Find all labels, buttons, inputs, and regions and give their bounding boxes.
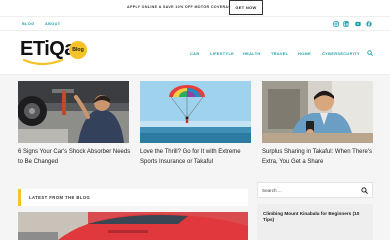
youtube-icon[interactable]	[355, 21, 361, 27]
red-car-photo	[18, 212, 248, 240]
about-link[interactable]: ABOUT	[45, 22, 61, 26]
featured-image-shock-absorber[interactable]	[18, 81, 129, 143]
blog-link[interactable]: BLOG	[22, 22, 35, 26]
get-now-button[interactable]: GET NOW	[229, 0, 263, 15]
sidebar-post-card[interactable]: Climbing Mount Kinabalu for Beginners (1…	[257, 204, 373, 240]
featured-image-extreme-sports[interactable]	[140, 81, 251, 143]
facebook-icon[interactable]	[366, 21, 372, 27]
nav-cybersecurity[interactable]: CYBERSECURITY	[322, 51, 360, 56]
search-icon[interactable]	[367, 50, 373, 56]
promo-text: APPLY ONLINE & SAVE 10% OFF MOTOR COVERA…	[127, 5, 235, 9]
mechanic-photo	[18, 81, 129, 143]
latest-blog-image[interactable]	[18, 212, 248, 240]
section-accent-bar	[18, 189, 21, 206]
latest-blog-header: LATEST FROM THE BLOG	[18, 189, 248, 206]
section-title: LATEST FROM THE BLOG	[29, 195, 91, 200]
promo-bar: APPLY ONLINE & SAVE 10% OFF MOTOR COVERA…	[0, 0, 390, 16]
utility-bar: BLOG ABOUT	[0, 16, 390, 31]
nav-lifestyle[interactable]: LIFESTYLE	[210, 51, 234, 56]
sidebar-search	[257, 182, 373, 198]
featured-title-extreme-sports[interactable]: Love the Thrill? Go for It with Extreme …	[140, 148, 256, 167]
nav-home[interactable]: HOME	[298, 51, 311, 56]
nav-health[interactable]: HEALTH	[243, 51, 261, 56]
site-header: ETiQa Blog CAR LIFESTYLE HEALTH TRAVEL H…	[0, 31, 390, 75]
logo-smile-icon	[22, 59, 64, 66]
blog-badge: Blog	[69, 41, 87, 59]
nav-travel[interactable]: TRAVEL	[271, 51, 288, 56]
featured-title-surplus-sharing[interactable]: Surplus Sharing in Takaful: When There's…	[262, 148, 378, 167]
phone-man-photo	[262, 81, 373, 143]
search-input[interactable]	[262, 185, 352, 196]
sidebar-post-title[interactable]: Climbing Mount Kinabalu for Beginners (1…	[263, 211, 369, 223]
instagram-icon[interactable]	[333, 21, 339, 27]
featured-title-shock-absorber[interactable]: 6 Signs Your Car's Shock Absorber Needs …	[18, 148, 134, 167]
etiqa-logo[interactable]: ETiQa	[20, 38, 75, 61]
linkedin-icon[interactable]	[343, 21, 349, 27]
parasail-photo	[140, 81, 251, 143]
search-icon[interactable]	[361, 187, 368, 194]
nav-car[interactable]: CAR	[190, 51, 199, 56]
featured-image-surplus-sharing[interactable]	[262, 81, 373, 143]
